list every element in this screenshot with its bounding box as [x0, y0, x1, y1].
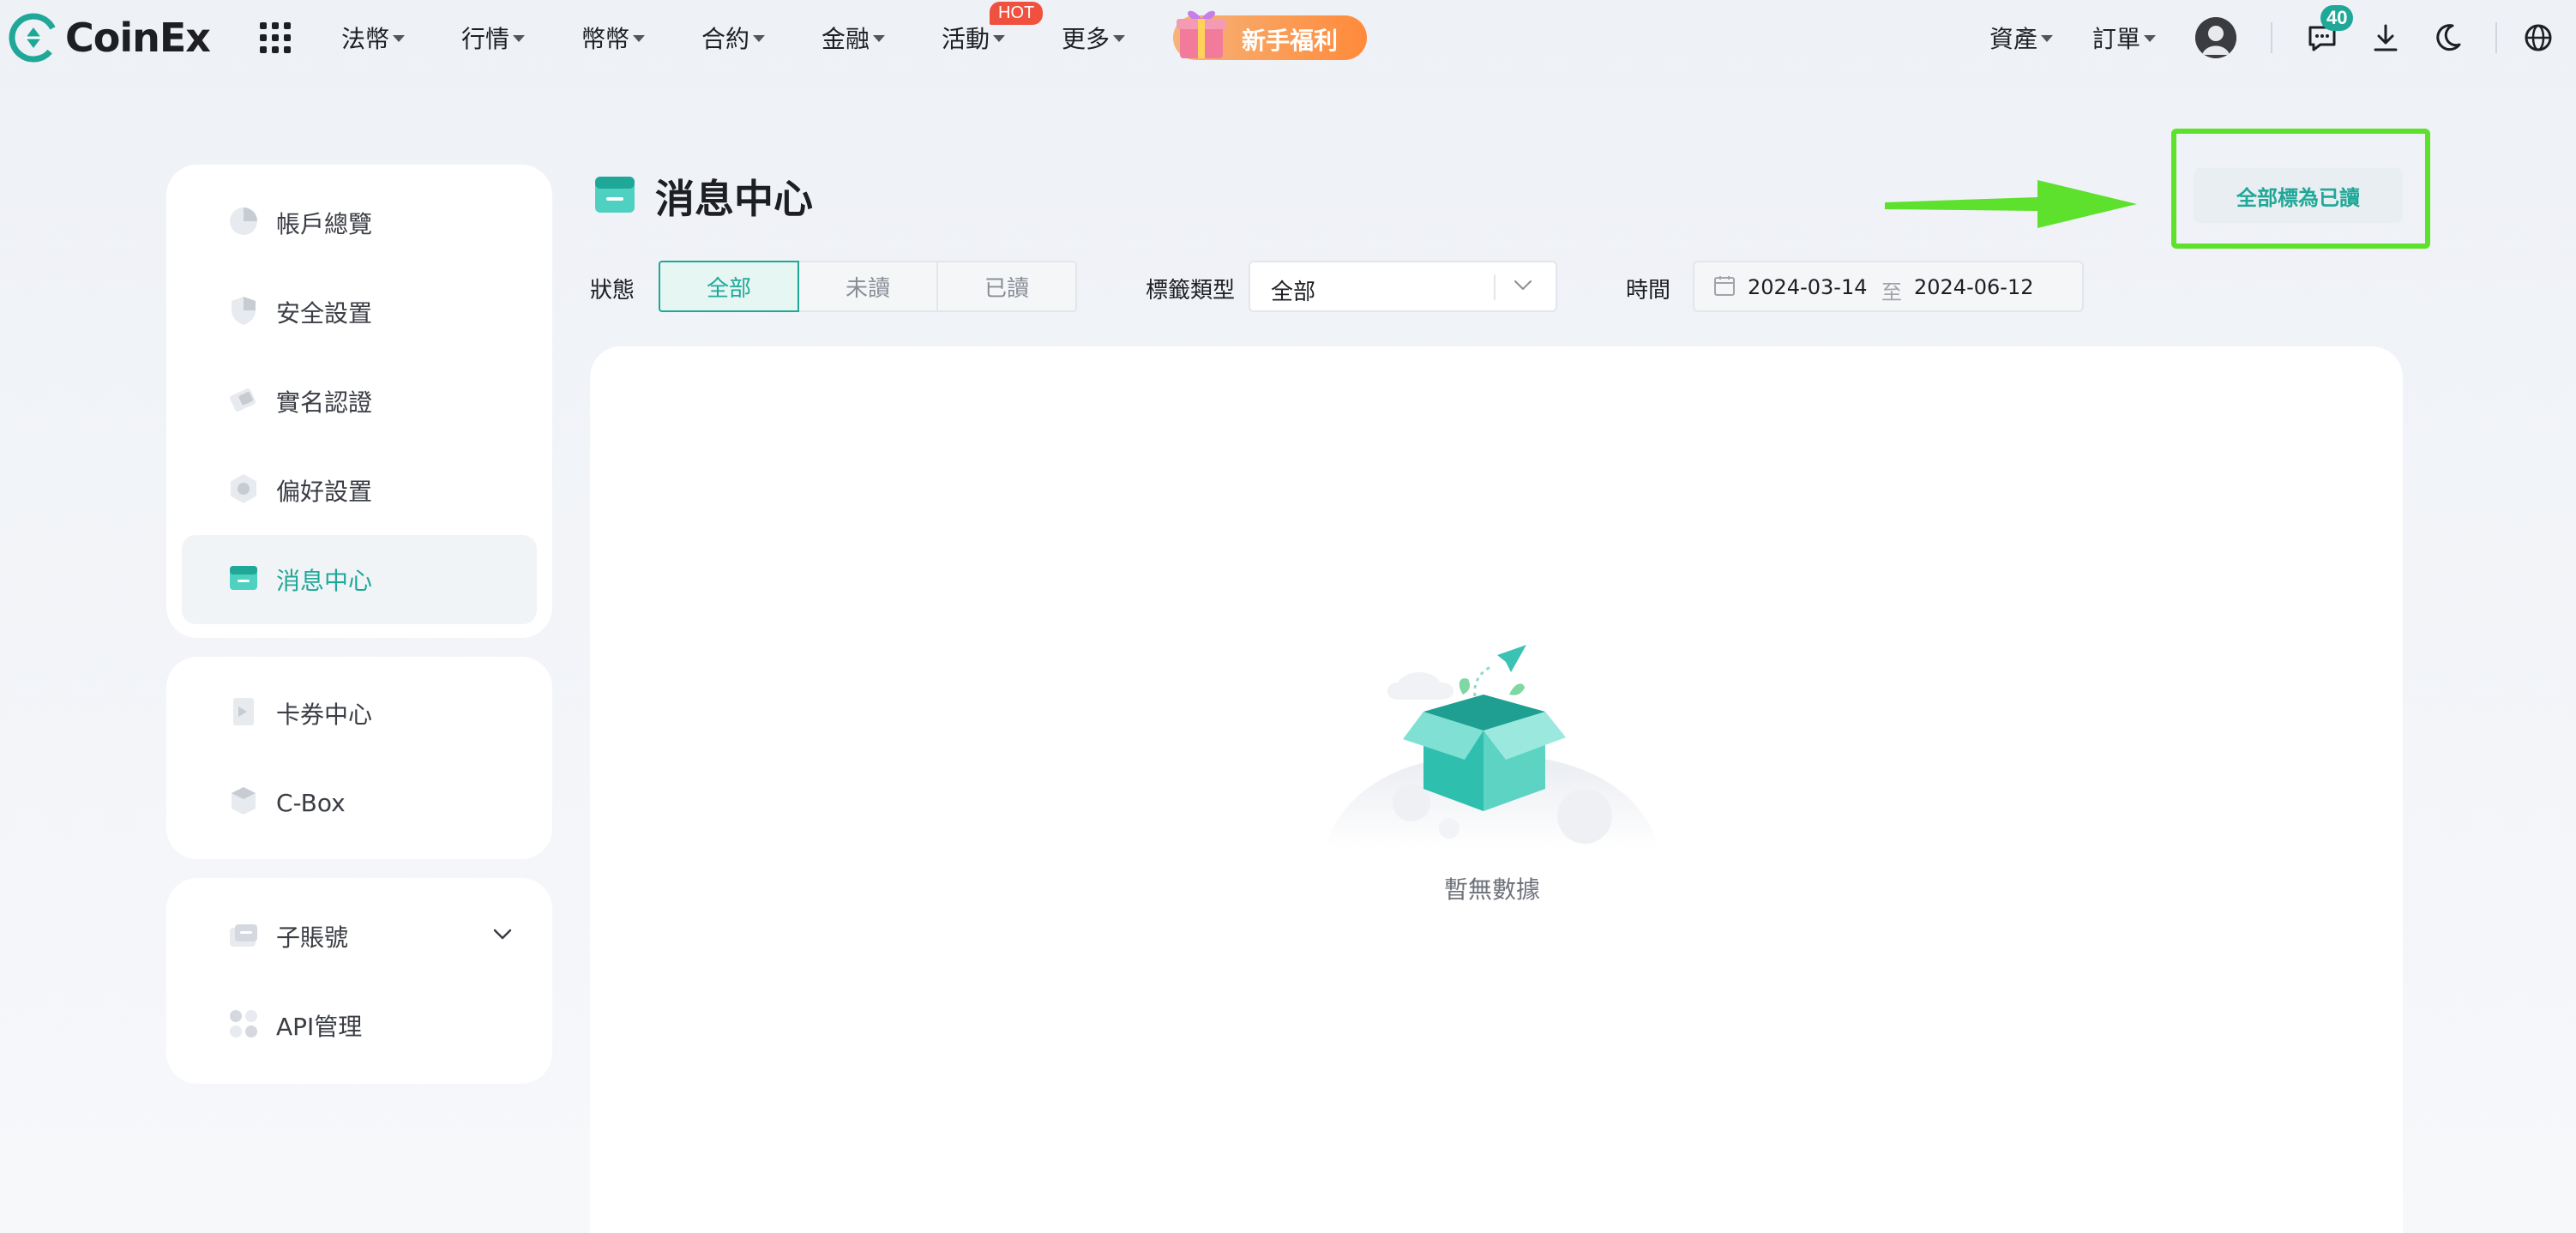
sidebar-item-sub-accounts[interactable]: 子賬號	[182, 892, 537, 981]
sidebar-rewards-group: 卡券中心 C-Box	[166, 657, 552, 859]
sidebar-item-identity[interactable]: 實名認證	[182, 357, 537, 446]
top-navigation: CoinEx 法幣 行情 幣幣 合約 金融 活動 HOT 更多 新手福利 資產 …	[0, 0, 2576, 75]
hot-badge: HOT	[990, 2, 1044, 25]
date-start-value[interactable]: 2024-03-14	[1748, 275, 1867, 299]
user-avatar[interactable]	[2195, 17, 2236, 58]
message-box-icon	[230, 566, 257, 590]
nav-orders-label: 訂單	[2092, 25, 2141, 53]
nav-more-label: 更多	[1062, 25, 1110, 53]
gift-icon	[1177, 10, 1226, 58]
nav-markets[interactable]: 行情	[461, 21, 526, 55]
nav-more[interactable]: 更多	[1062, 21, 1126, 55]
newbie-rewards-label: 新手福利	[1242, 27, 1339, 55]
sidebar-item-label: 卡券中心	[276, 701, 373, 729]
caret-down-icon	[993, 35, 1006, 42]
settings-hex-icon	[231, 474, 256, 503]
sidebar-item-label: C-Box	[276, 788, 346, 817]
sidebar-item-label: API管理	[276, 1013, 363, 1041]
date-range-picker[interactable]: 2024-03-14 至 2024-06-12	[1693, 261, 2084, 312]
sidebar-item-message-center[interactable]: 消息中心	[182, 535, 537, 624]
dark-mode-icon[interactable]	[2430, 21, 2465, 55]
message-count-badge: 40	[2320, 5, 2354, 31]
nav-orders[interactable]: 訂單	[2092, 21, 2157, 55]
nav-finance[interactable]: 金融	[822, 21, 886, 55]
nav-spot-label: 幣幣	[581, 25, 630, 53]
caret-down-icon	[753, 35, 766, 42]
language-globe-icon[interactable]	[2521, 21, 2555, 55]
chevron-down-icon	[1514, 280, 1532, 290]
date-end-value[interactable]: 2024-06-12	[1914, 275, 2033, 299]
empty-state-text: 暫無數據	[1443, 875, 1540, 904]
nav-spot[interactable]: 幣幣	[581, 21, 646, 55]
nav-divider	[2495, 22, 2497, 53]
nav-fiat[interactable]: 法幣	[341, 21, 406, 55]
api-grid-icon	[230, 1010, 257, 1038]
status-option-all[interactable]: 全部	[659, 261, 799, 312]
nav-futures[interactable]: 合約	[701, 21, 766, 55]
cube-box-icon	[232, 787, 256, 815]
caret-down-icon	[633, 35, 646, 42]
brand-name: CoinEx	[65, 15, 211, 61]
coinex-logo[interactable]: CoinEx	[9, 12, 211, 63]
status-segmented-control: 全部 未讀 已讀	[659, 261, 1077, 312]
status-filter-label: 狀態	[590, 278, 635, 304]
pie-chart-icon	[230, 208, 257, 235]
page-title: 消息中心	[655, 176, 813, 222]
time-filter-label: 時間	[1626, 278, 1671, 304]
nav-activities[interactable]: 活動	[942, 21, 1006, 55]
caret-down-icon	[2144, 35, 2157, 42]
sidebar-item-label: 安全設置	[276, 299, 373, 328]
date-separator: 至	[1881, 280, 1902, 304]
nav-finance-label: 金融	[822, 25, 870, 53]
sidebar-item-label: 子賬號	[276, 923, 349, 952]
sidebar-item-security[interactable]: 安全設置	[182, 268, 537, 357]
sidebar-item-preferences[interactable]: 偏好設置	[182, 446, 537, 535]
newbie-rewards-button[interactable]: 新手福利	[1173, 10, 1367, 60]
sidebar-item-api-management[interactable]: API管理	[182, 981, 537, 1070]
sub-account-icon	[230, 924, 257, 947]
nav-assets[interactable]: 資產	[1989, 21, 2054, 55]
status-option-unread[interactable]: 未讀	[797, 261, 938, 312]
sidebar-item-label: 實名認證	[276, 388, 373, 417]
coinex-logo-icon	[9, 13, 58, 63]
mark-all-read-button[interactable]: 全部標為已讀	[2194, 168, 2403, 223]
nav-markets-label: 行情	[461, 25, 510, 53]
nav-divider	[2271, 22, 2272, 53]
nav-fiat-label: 法幣	[341, 25, 390, 53]
id-badge-icon	[230, 388, 256, 412]
caret-down-icon	[873, 35, 886, 42]
caret-down-icon	[513, 35, 526, 42]
sidebar-accounts-group: 子賬號 API管理	[166, 878, 552, 1084]
chevron-down-icon[interactable]	[492, 928, 513, 941]
empty-box-illustration-icon	[1324, 645, 1660, 849]
sidebar-item-label: 帳戶總覽	[276, 210, 373, 238]
tag-type-label: 標籤類型	[1146, 278, 1236, 304]
caret-down-icon	[1113, 35, 1126, 42]
caret-down-icon	[393, 35, 406, 42]
shield-icon	[232, 297, 256, 325]
sidebar-item-account-overview[interactable]: 帳戶總覽	[182, 178, 537, 268]
nav-activities-label: 活動	[942, 25, 990, 53]
tag-type-select[interactable]: 全部	[1249, 261, 1557, 312]
nav-futures-label: 合約	[701, 25, 750, 53]
sidebar-item-cbox[interactable]: C-Box	[182, 758, 537, 847]
sidebar-account-group: 帳戶總覽 安全設置 實名認證 偏好設置 消息中心	[166, 165, 552, 638]
apps-grid-icon[interactable]	[260, 22, 291, 53]
sidebar-item-label: 消息中心	[276, 567, 373, 595]
nav-assets-label: 資產	[1989, 25, 2038, 53]
download-icon[interactable]	[2368, 21, 2403, 55]
select-divider	[1494, 274, 1496, 300]
sidebar-item-coupon-center[interactable]: 卡券中心	[182, 669, 537, 758]
coupon-icon	[233, 698, 254, 725]
user-avatar-icon	[2195, 17, 2236, 58]
status-option-read[interactable]: 已讀	[936, 261, 1077, 312]
caret-down-icon	[2041, 35, 2054, 42]
annotation-arrow-icon	[1885, 180, 2137, 228]
message-center-title-icon	[595, 177, 635, 213]
sidebar-item-label: 偏好設置	[276, 478, 373, 506]
tag-type-value: 全部	[1271, 280, 1316, 305]
calendar-icon	[1714, 276, 1735, 296]
